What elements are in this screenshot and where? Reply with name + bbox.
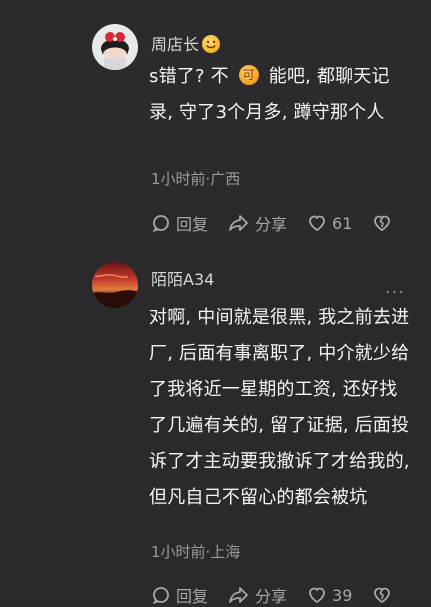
reply-label: 回复 xyxy=(176,215,209,234)
comment-text: s错了? 不 可 能吧, 都聊天记录, 守了3个月多, 蹲守那个人 xyxy=(149,59,411,131)
avatar[interactable] xyxy=(92,24,138,70)
username[interactable]: 周店长 xyxy=(151,35,221,55)
comment-meta: 1小时前·广西 xyxy=(151,170,241,188)
smile-emoji-icon xyxy=(202,35,221,53)
chat-bubble-icon xyxy=(152,215,169,232)
comment-item-2: 陌陌A34 ··· 对啊, 中间就是很黑, 我之前去进厂, 后面有事离职了, 中… xyxy=(0,250,431,606)
share-label: 分享 xyxy=(255,215,288,234)
comment-item-1: 周店长 s错了? 不 可 能吧, 都聊天记录, 守了3个月多, 蹲守那个人 1小… xyxy=(0,0,431,250)
share-arrow-icon xyxy=(229,587,248,603)
broken-heart-icon xyxy=(374,587,391,603)
comment-actions: 回复 分享 39 xyxy=(151,584,411,606)
like-button[interactable]: 61 xyxy=(307,213,352,233)
share-button[interactable]: 分享 xyxy=(228,211,287,235)
dislike-button[interactable] xyxy=(372,213,397,233)
reply-button[interactable]: 回复 xyxy=(151,583,208,607)
ke-emoji-label: 可 xyxy=(242,68,255,82)
username-text: 周店长 xyxy=(151,35,200,54)
comment-text-part-1: s错了? 不 xyxy=(149,66,235,87)
share-arrow-icon xyxy=(229,215,248,231)
like-count: 39 xyxy=(332,585,353,605)
share-button[interactable]: 分享 xyxy=(228,583,287,607)
avatar[interactable] xyxy=(92,262,138,308)
username[interactable]: 陌陌A34 xyxy=(151,270,214,290)
like-button[interactable]: 39 xyxy=(307,585,352,605)
reply-button[interactable]: 回复 xyxy=(151,211,208,235)
comment-text: 对啊, 中间就是很黑, 我之前去进厂, 后面有事离职了, 中介就少给了我将近一星… xyxy=(149,307,410,508)
heart-outline-icon xyxy=(309,215,325,231)
heart-outline-icon xyxy=(309,587,325,603)
more-dots-icon[interactable]: ··· xyxy=(385,284,405,302)
comment-meta: 1小时前·上海 xyxy=(151,543,241,561)
broken-heart-icon xyxy=(374,215,391,231)
reply-label: 回复 xyxy=(176,587,209,606)
share-label: 分享 xyxy=(255,587,288,606)
chat-bubble-icon xyxy=(152,587,169,604)
dislike-button[interactable] xyxy=(372,585,397,605)
ke-emoji-icon: 可 xyxy=(238,65,259,85)
like-count: 61 xyxy=(332,213,353,233)
comment-actions: 回复 分享 61 xyxy=(151,212,411,234)
